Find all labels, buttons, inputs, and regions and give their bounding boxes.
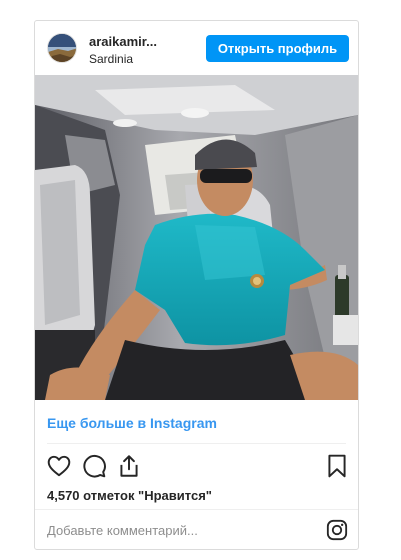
likes-count[interactable]: 4,570 отметок "Нравится" xyxy=(47,488,212,503)
open-profile-button[interactable]: Открыть профиль xyxy=(206,35,349,62)
more-on-instagram-link[interactable]: Еще больше в Instagram xyxy=(47,415,217,431)
instagram-icon[interactable] xyxy=(326,519,348,541)
comment-input[interactable] xyxy=(47,518,307,542)
instagram-embed-card: araikamir... Sardinia Открыть профиль Ещ… xyxy=(34,20,359,550)
share-icon[interactable] xyxy=(116,453,142,479)
heart-icon[interactable] xyxy=(46,453,72,479)
bookmark-icon[interactable] xyxy=(324,453,350,479)
comment-icon[interactable] xyxy=(81,453,107,479)
post-header: araikamir... Sardinia Открыть профиль xyxy=(35,21,358,76)
username[interactable]: araikamir... xyxy=(89,34,157,49)
post-photo[interactable] xyxy=(35,75,358,400)
location[interactable]: Sardinia xyxy=(89,52,133,66)
post-actions xyxy=(35,449,358,483)
divider xyxy=(47,443,346,444)
divider xyxy=(35,509,358,510)
avatar[interactable] xyxy=(47,33,77,63)
